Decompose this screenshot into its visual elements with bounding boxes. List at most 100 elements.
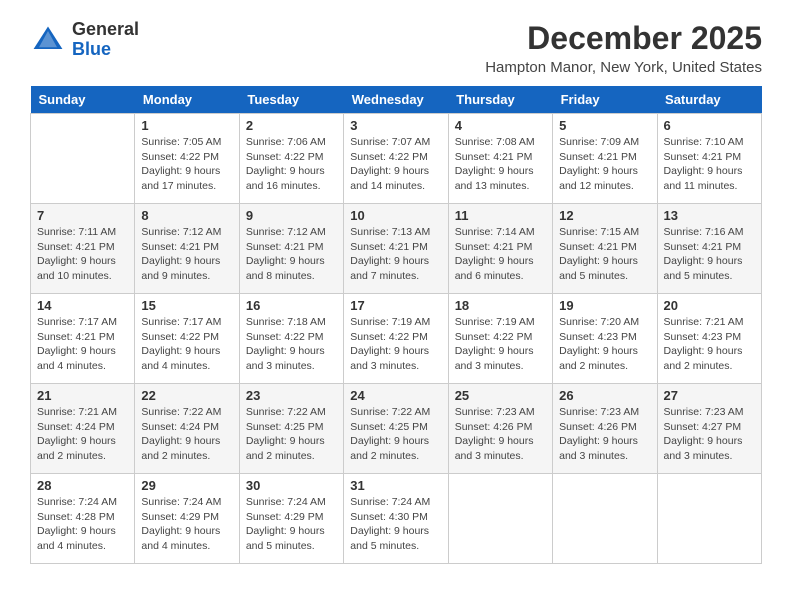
day-number: 22 [141, 388, 232, 403]
day-info: Sunrise: 7:17 AMSunset: 4:22 PMDaylight:… [141, 315, 232, 374]
day-number: 31 [350, 478, 441, 493]
title-area: December 2025 Hampton Manor, New York, U… [485, 20, 762, 76]
day-info: Sunrise: 7:13 AMSunset: 4:21 PMDaylight:… [350, 225, 441, 284]
calendar-cell [448, 474, 552, 564]
day-info: Sunrise: 7:14 AMSunset: 4:21 PMDaylight:… [455, 225, 546, 284]
calendar-cell [553, 474, 657, 564]
day-number: 3 [350, 118, 441, 133]
logo: General Blue [30, 20, 139, 60]
day-info: Sunrise: 7:24 AMSunset: 4:28 PMDaylight:… [37, 495, 128, 554]
day-info: Sunrise: 7:22 AMSunset: 4:24 PMDaylight:… [141, 405, 232, 464]
day-info: Sunrise: 7:19 AMSunset: 4:22 PMDaylight:… [350, 315, 441, 374]
day-number: 15 [141, 298, 232, 313]
day-number: 1 [141, 118, 232, 133]
day-number: 8 [141, 208, 232, 223]
day-info: Sunrise: 7:23 AMSunset: 4:26 PMDaylight:… [455, 405, 546, 464]
calendar-cell: 29 Sunrise: 7:24 AMSunset: 4:29 PMDayligh… [135, 474, 239, 564]
calendar-cell: 14Sunrise: 7:17 AMSunset: 4:21 PMDayligh… [31, 294, 135, 384]
logo-icon [30, 22, 66, 58]
calendar-cell: 25Sunrise: 7:23 AMSunset: 4:26 PMDayligh… [448, 384, 552, 474]
calendar-cell: 22 Sunrise: 7:22 AMSunset: 4:24 PMDayligh… [135, 384, 239, 474]
day-info: Sunrise: 7:18 AMSunset: 4:22 PMDaylight:… [246, 315, 337, 374]
calendar-week-3: 14Sunrise: 7:17 AMSunset: 4:21 PMDayligh… [31, 294, 762, 384]
calendar-cell: 28 Sunrise: 7:24 AMSunset: 4:28 PMDayligh… [31, 474, 135, 564]
day-number: 9 [246, 208, 337, 223]
calendar-cell: 12 Sunrise: 7:15 AMSunset: 4:21 PMDayligh… [553, 204, 657, 294]
day-number: 30 [246, 478, 337, 493]
calendar-cell: 9Sunrise: 7:12 AMSunset: 4:21 PMDaylight… [239, 204, 343, 294]
day-info: Sunrise: 7:19 AMSunset: 4:22 PMDaylight:… [455, 315, 546, 374]
day-number: 7 [37, 208, 128, 223]
day-info: Sunrise: 7:11 AMSunset: 4:21 PMDaylight:… [37, 225, 128, 284]
calendar-cell: 10 Sunrise: 7:13 AMSunset: 4:21 PMDayligh… [344, 204, 448, 294]
calendar-cell: 30 Sunrise: 7:24 AMSunset: 4:29 PMDayligh… [239, 474, 343, 564]
calendar-cell [31, 114, 135, 204]
column-header-thursday: Thursday [448, 86, 552, 114]
calendar-cell: 17Sunrise: 7:19 AMSunset: 4:22 PMDayligh… [344, 294, 448, 384]
day-info: Sunrise: 7:24 AMSunset: 4:29 PMDaylight:… [246, 495, 337, 554]
calendar-cell: 7 Sunrise: 7:11 AMSunset: 4:21 PMDaylight… [31, 204, 135, 294]
day-number: 13 [664, 208, 755, 223]
day-info: Sunrise: 7:08 AMSunset: 4:21 PMDaylight:… [455, 135, 546, 194]
column-header-wednesday: Wednesday [344, 86, 448, 114]
day-number: 20 [664, 298, 755, 313]
day-info: Sunrise: 7:16 AMSunset: 4:21 PMDaylight:… [664, 225, 755, 284]
calendar-cell: 21Sunrise: 7:21 AMSunset: 4:24 PMDayligh… [31, 384, 135, 474]
day-number: 29 [141, 478, 232, 493]
calendar-cell: 2 Sunrise: 7:06 AMSunset: 4:22 PMDaylight… [239, 114, 343, 204]
calendar-body: 1 Sunrise: 7:05 AMSunset: 4:22 PMDaylight… [31, 114, 762, 564]
calendar-cell: 3Sunrise: 7:07 AMSunset: 4:22 PMDaylight… [344, 114, 448, 204]
calendar-table: SundayMondayTuesdayWednesdayThursdayFrid… [30, 86, 762, 564]
day-info: Sunrise: 7:17 AMSunset: 4:21 PMDaylight:… [37, 315, 128, 374]
day-number: 23 [246, 388, 337, 403]
day-info: Sunrise: 7:22 AMSunset: 4:25 PMDaylight:… [350, 405, 441, 464]
month-title: December 2025 [485, 20, 762, 57]
day-number: 19 [559, 298, 650, 313]
calendar-cell: 16 Sunrise: 7:18 AMSunset: 4:22 PMDayligh… [239, 294, 343, 384]
calendar-cell: 27Sunrise: 7:23 AMSunset: 4:27 PMDayligh… [657, 384, 761, 474]
day-number: 12 [559, 208, 650, 223]
day-info: Sunrise: 7:05 AMSunset: 4:22 PMDaylight:… [141, 135, 232, 194]
calendar-cell: 11 Sunrise: 7:14 AMSunset: 4:21 PMDayligh… [448, 204, 552, 294]
day-info: Sunrise: 7:15 AMSunset: 4:21 PMDaylight:… [559, 225, 650, 284]
calendar-cell: 20 Sunrise: 7:21 AMSunset: 4:23 PMDayligh… [657, 294, 761, 384]
day-number: 2 [246, 118, 337, 133]
day-number: 4 [455, 118, 546, 133]
column-header-tuesday: Tuesday [239, 86, 343, 114]
calendar-cell: 4 Sunrise: 7:08 AMSunset: 4:21 PMDaylight… [448, 114, 552, 204]
day-info: Sunrise: 7:24 AMSunset: 4:29 PMDaylight:… [141, 495, 232, 554]
day-info: Sunrise: 7:23 AMSunset: 4:27 PMDaylight:… [664, 405, 755, 464]
day-info: Sunrise: 7:20 AMSunset: 4:23 PMDaylight:… [559, 315, 650, 374]
day-info: Sunrise: 7:12 AMSunset: 4:21 PMDaylight:… [141, 225, 232, 284]
calendar-week-1: 1 Sunrise: 7:05 AMSunset: 4:22 PMDaylight… [31, 114, 762, 204]
column-header-sunday: Sunday [31, 86, 135, 114]
logo-text: General Blue [72, 20, 139, 60]
day-number: 10 [350, 208, 441, 223]
day-info: Sunrise: 7:21 AMSunset: 4:23 PMDaylight:… [664, 315, 755, 374]
day-number: 16 [246, 298, 337, 313]
day-number: 11 [455, 208, 546, 223]
calendar-cell: 23 Sunrise: 7:22 AMSunset: 4:25 PMDayligh… [239, 384, 343, 474]
day-info: Sunrise: 7:06 AMSunset: 4:22 PMDaylight:… [246, 135, 337, 194]
calendar-cell: 15 Sunrise: 7:17 AMSunset: 4:22 PMDayligh… [135, 294, 239, 384]
page-header: General Blue December 2025 Hampton Manor… [30, 20, 762, 76]
calendar-cell: 18Sunrise: 7:19 AMSunset: 4:22 PMDayligh… [448, 294, 552, 384]
calendar-week-2: 7 Sunrise: 7:11 AMSunset: 4:21 PMDaylight… [31, 204, 762, 294]
calendar-cell: 6Sunrise: 7:10 AMSunset: 4:21 PMDaylight… [657, 114, 761, 204]
calendar-cell: 13 Sunrise: 7:16 AMSunset: 4:21 PMDayligh… [657, 204, 761, 294]
calendar-cell [657, 474, 761, 564]
day-number: 5 [559, 118, 650, 133]
day-info: Sunrise: 7:09 AMSunset: 4:21 PMDaylight:… [559, 135, 650, 194]
calendar-cell: 8 Sunrise: 7:12 AMSunset: 4:21 PMDaylight… [135, 204, 239, 294]
calendar-cell: 24Sunrise: 7:22 AMSunset: 4:25 PMDayligh… [344, 384, 448, 474]
calendar-cell: 5 Sunrise: 7:09 AMSunset: 4:21 PMDaylight… [553, 114, 657, 204]
column-header-saturday: Saturday [657, 86, 761, 114]
day-number: 28 [37, 478, 128, 493]
column-header-monday: Monday [135, 86, 239, 114]
calendar-cell: 26Sunrise: 7:23 AMSunset: 4:26 PMDayligh… [553, 384, 657, 474]
day-info: Sunrise: 7:24 AMSunset: 4:30 PMDaylight:… [350, 495, 441, 554]
calendar-cell: 1 Sunrise: 7:05 AMSunset: 4:22 PMDaylight… [135, 114, 239, 204]
location: Hampton Manor, New York, United States [485, 59, 762, 76]
day-info: Sunrise: 7:22 AMSunset: 4:25 PMDaylight:… [246, 405, 337, 464]
day-number: 26 [559, 388, 650, 403]
